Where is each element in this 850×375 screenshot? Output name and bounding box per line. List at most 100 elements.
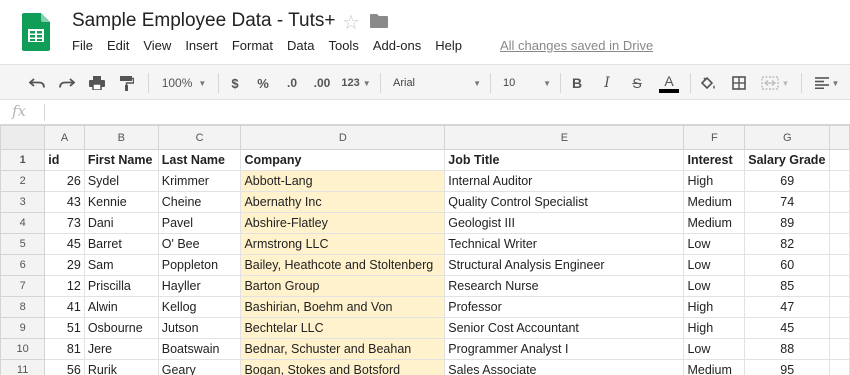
folder-icon[interactable] (370, 14, 388, 28)
cell[interactable]: Last Name (157, 149, 242, 171)
decrease-decimals-button[interactable]: .0 (282, 72, 302, 94)
cell[interactable]: 82 (744, 233, 831, 255)
increase-decimals-button[interactable]: .00 (310, 72, 334, 94)
text-color-button[interactable]: A (657, 72, 681, 94)
currency-format-button[interactable]: $ (226, 72, 244, 94)
borders-icon[interactable] (728, 72, 750, 94)
cell[interactable]: Sydel (83, 170, 159, 192)
menu-insert[interactable]: Insert (185, 38, 218, 53)
cell[interactable]: 95 (744, 359, 831, 375)
font-size-select[interactable]: 10 ▼ (503, 72, 551, 94)
cell[interactable]: Jere (83, 338, 159, 360)
cell[interactable] (829, 296, 850, 318)
cell[interactable]: Abbott-Lang (240, 170, 446, 192)
column-header-c[interactable]: C (157, 125, 242, 150)
column-header-b[interactable]: B (83, 125, 159, 150)
cell[interactable]: 51 (44, 317, 85, 339)
cell[interactable]: Barton Group (240, 275, 446, 297)
cell[interactable]: Abernathy Inc (240, 191, 446, 213)
print-icon[interactable] (86, 72, 108, 94)
cell[interactable]: 88 (744, 338, 831, 360)
cell[interactable]: Company (240, 149, 446, 171)
cell[interactable]: Sam (83, 254, 159, 276)
cell[interactable]: Abshire-Flatley (240, 212, 446, 234)
cell[interactable]: Hayller (157, 275, 242, 297)
cell[interactable]: 69 (744, 170, 831, 192)
cell[interactable]: 85 (744, 275, 831, 297)
cell[interactable]: 60 (744, 254, 831, 276)
row-number[interactable]: 7 (0, 275, 46, 297)
cell[interactable]: 29 (44, 254, 85, 276)
redo-icon[interactable] (56, 72, 78, 94)
cell[interactable] (829, 212, 850, 234)
formula-input[interactable] (52, 104, 842, 121)
menu-help[interactable]: Help (435, 38, 462, 53)
cell[interactable] (829, 170, 850, 192)
paint-format-icon[interactable] (116, 72, 138, 94)
fill-color-icon[interactable] (697, 72, 719, 94)
column-header-d[interactable]: D (240, 125, 446, 150)
cell[interactable]: Professor (444, 296, 685, 318)
cell[interactable]: O' Bee (157, 233, 242, 255)
cell[interactable]: Quality Control Specialist (444, 191, 685, 213)
column-header-g[interactable]: G (744, 125, 831, 150)
cell[interactable]: Kellog (157, 296, 242, 318)
menu-edit[interactable]: Edit (107, 38, 129, 53)
merge-cells-icon[interactable]: ▼ (758, 72, 792, 94)
cell[interactable]: Boatswain (157, 338, 242, 360)
cell[interactable]: 74 (744, 191, 831, 213)
percent-format-button[interactable]: % (254, 72, 272, 94)
cell[interactable]: 81 (44, 338, 85, 360)
column-header-a[interactable]: A (44, 125, 85, 150)
row-number[interactable]: 5 (0, 233, 46, 255)
cell[interactable]: Barret (83, 233, 159, 255)
bold-button[interactable]: B (568, 72, 586, 94)
cell[interactable]: Bogan, Stokes and Botsford (240, 359, 446, 375)
align-left-icon[interactable]: ▼ (810, 72, 844, 94)
cell[interactable]: Low (683, 233, 746, 255)
cell[interactable]: Krimmer (157, 170, 242, 192)
cell[interactable] (829, 254, 850, 276)
cell[interactable]: High (683, 317, 746, 339)
menu-format[interactable]: Format (232, 38, 273, 53)
cell[interactable]: Bednar, Schuster and Beahan (240, 338, 446, 360)
cell[interactable]: 56 (44, 359, 85, 375)
cell[interactable]: Medium (683, 212, 746, 234)
menu-data[interactable]: Data (287, 38, 314, 53)
column-header-f[interactable]: F (683, 125, 746, 150)
cell[interactable]: Low (683, 338, 746, 360)
menu-view[interactable]: View (143, 38, 171, 53)
cell[interactable]: id (44, 149, 85, 171)
menu-addons[interactable]: Add-ons (373, 38, 421, 53)
cell[interactable]: 12 (44, 275, 85, 297)
cell[interactable]: Dani (83, 212, 159, 234)
column-header-e[interactable]: E (444, 125, 685, 150)
cell[interactable]: Salary Grade (744, 149, 831, 171)
cell[interactable]: Technical Writer (444, 233, 685, 255)
row-number[interactable]: 6 (0, 254, 46, 276)
cell[interactable]: 89 (744, 212, 831, 234)
cell[interactable] (829, 149, 850, 171)
cell[interactable]: Interest (683, 149, 746, 171)
cell[interactable] (829, 338, 850, 360)
cell[interactable]: 45 (744, 317, 831, 339)
column-header-h[interactable] (829, 125, 850, 150)
cell[interactable]: High (683, 296, 746, 318)
select-all-corner[interactable] (0, 125, 46, 150)
cell[interactable]: High (683, 170, 746, 192)
cell[interactable]: Job Title (444, 149, 685, 171)
cell[interactable]: Geologist III (444, 212, 685, 234)
cell[interactable]: Senior Cost Accountant (444, 317, 685, 339)
row-number[interactable]: 4 (0, 212, 46, 234)
cell[interactable]: Jutson (157, 317, 242, 339)
cell[interactable] (829, 233, 850, 255)
cell[interactable] (829, 317, 850, 339)
row-number[interactable]: 1 (0, 149, 46, 171)
cell[interactable]: 41 (44, 296, 85, 318)
cell[interactable]: Research Nurse (444, 275, 685, 297)
cell[interactable]: 26 (44, 170, 85, 192)
cell[interactable]: Medium (683, 191, 746, 213)
cell[interactable] (829, 191, 850, 213)
cell[interactable]: Cheine (157, 191, 242, 213)
cell[interactable]: Osbourne (83, 317, 159, 339)
